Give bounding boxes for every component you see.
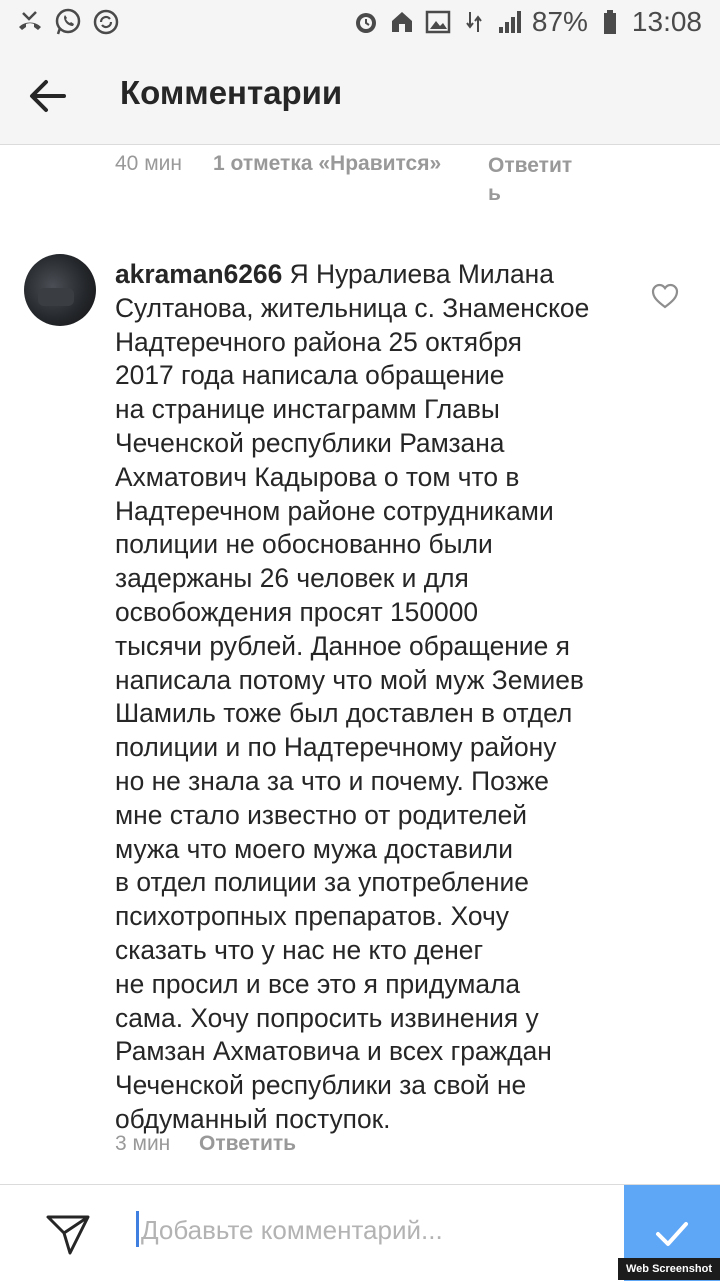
page-title: Комментарии xyxy=(120,74,343,111)
avatar[interactable] xyxy=(24,254,96,326)
comment-line: Надтеречном районе сотрудниками xyxy=(115,495,554,526)
like-button[interactable] xyxy=(650,282,680,310)
comment-line: задержаны 26 человек и для xyxy=(115,563,469,594)
battery-icon xyxy=(596,8,624,36)
previous-comment-likes[interactable]: 1 отметка «Нравится» xyxy=(213,152,488,208)
comment-meta: 3 мин Ответить xyxy=(115,1132,296,1156)
whatsapp-icon xyxy=(54,8,82,36)
arrow-left-icon xyxy=(30,80,66,112)
comment-line: мужа что моего мужа доставили xyxy=(115,833,513,864)
comment-input[interactable] xyxy=(139,1205,613,1255)
comment-line: Я Нуралиева Милана xyxy=(289,259,554,289)
comment-line: обдуманный поступок. xyxy=(115,1103,391,1134)
comment-line: психотропных препаратов. Хочу xyxy=(115,901,509,932)
previous-comment-time: 40 мин xyxy=(115,152,182,175)
comment-reply-button[interactable]: Ответить xyxy=(199,1132,296,1156)
app-header: Комментарии xyxy=(0,48,720,145)
comment-line: Чеченской республики за свой не xyxy=(115,1070,527,1101)
alarm-icon xyxy=(352,8,380,36)
comment-username[interactable]: akraman6266 xyxy=(115,259,282,289)
paper-plane-icon xyxy=(46,1215,90,1255)
direct-share-button[interactable] xyxy=(44,1211,92,1257)
watermark: Web Screenshot xyxy=(618,1258,720,1280)
comment-line: полиции и по Надтеречному району xyxy=(115,732,557,763)
status-bar: 87% 13:08 xyxy=(0,0,720,48)
comment-line: Чеченской республики Рамзана xyxy=(115,427,505,458)
comment-line: сама. Хочу попросить извинения у xyxy=(115,1002,539,1033)
comment-line: тысячи рублей. Данное обращение я xyxy=(115,630,570,661)
comment-input-bar xyxy=(0,1184,720,1281)
comment-line: полиции не обоснованно были xyxy=(115,529,493,560)
comment-line: Султанова, жительница с. Знаменское xyxy=(115,292,590,323)
comment-line: Шамиль тоже был доставлен в отдел xyxy=(115,698,573,729)
home-icon xyxy=(388,8,416,36)
status-bar-left xyxy=(16,8,120,36)
comment-line: Ахматович Кадырова о том что в xyxy=(115,461,520,492)
comment-line: написала потому что мой муж Земиев xyxy=(115,664,584,695)
previous-comment-reply-button[interactable]: Ответит ь xyxy=(488,152,588,208)
back-button[interactable] xyxy=(22,70,74,122)
signal-icon xyxy=(496,8,524,36)
previous-comment-meta: 40 мин 1 отметка «Нравится» Ответит ь xyxy=(115,152,588,208)
missed-call-icon xyxy=(16,8,44,36)
sync-icon xyxy=(92,8,120,36)
image-icon xyxy=(424,8,452,36)
comment-line: Надтеречного района 25 октября xyxy=(115,326,522,357)
comment-line: но не знала за что и почему. Позже xyxy=(115,765,549,796)
data-icon xyxy=(460,8,488,36)
status-bar-right: 87% 13:08 xyxy=(352,6,702,38)
comment-line: 2017 года написала обращение xyxy=(115,360,505,391)
heart-icon xyxy=(651,283,679,309)
comment-line: не просил и все это я придумала xyxy=(115,968,521,999)
comment-text: akraman6266 Я Нуралиева Милана Султанова… xyxy=(115,258,623,1137)
comment-line: на странице инстаграмм Главы xyxy=(115,394,500,425)
clock: 13:08 xyxy=(631,6,702,37)
reply-label-line1: Ответит xyxy=(488,154,573,177)
reply-label-line2: ь xyxy=(488,182,501,205)
comment-time: 3 мин xyxy=(115,1132,171,1155)
checkmark-icon xyxy=(656,1222,688,1246)
battery-percent: 87% xyxy=(531,6,588,37)
comment-line: освобождения просят 150000 xyxy=(115,596,479,627)
comment-line: Рамзан Ахматовича и всех граждан xyxy=(115,1036,552,1067)
comment-line: мне стало известно от родителей xyxy=(115,799,528,830)
comment-line: сказать что у нас не кто денег xyxy=(115,934,484,965)
comment-line: в отдел полиции за употребление xyxy=(115,867,529,898)
